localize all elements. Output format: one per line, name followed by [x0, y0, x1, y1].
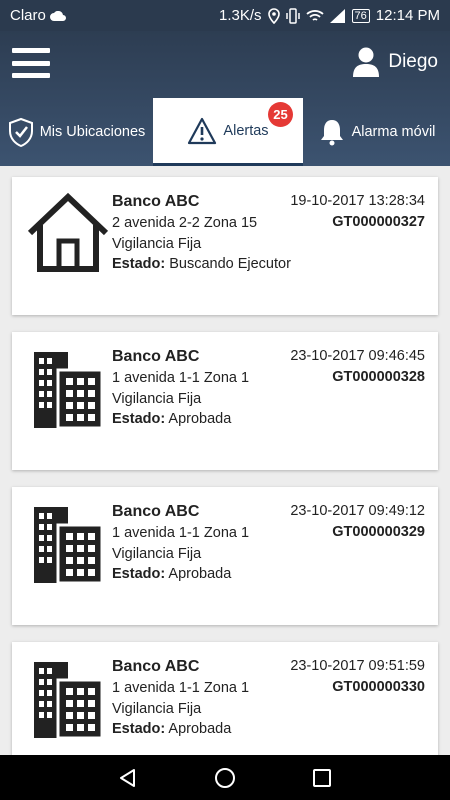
shield-check-icon [8, 117, 33, 147]
home-button[interactable] [214, 767, 236, 789]
tab-alarma-movil[interactable]: Alarma móvil [303, 98, 450, 166]
alert-info: Banco ABC 2 avenida 2-2 Zona 15 Vigilanc… [112, 191, 291, 275]
status-label: Estado: [112, 411, 166, 427]
alert-name: Banco ABC [112, 348, 200, 365]
recents-button[interactable] [312, 768, 332, 788]
alert-info: Banco ABC 1 avenida 1-1 Zona 1 Vigilanci… [112, 346, 249, 430]
building-icon [34, 507, 104, 585]
house-icon [27, 192, 109, 272]
app-header: Diego Mis Ubicaciones Alertas 25 Alarma … [0, 31, 450, 166]
alert-card[interactable]: Banco ABC 2 avenida 2-2 Zona 15 Vigilanc… [12, 177, 438, 315]
bell-icon [320, 120, 343, 146]
alert-address: 1 avenida 1-1 Zona 1 [112, 525, 250, 541]
alert-card[interactable]: Banco ABC 1 avenida 1-1 Zona 1 Vigilanci… [12, 487, 438, 625]
alert-status-row: Estado: Aprobada [112, 719, 249, 740]
alert-info: Banco ABC 1 avenida 1-1 Zona 1 Vigilanci… [112, 656, 249, 740]
status-label: Estado: [112, 566, 166, 582]
alert-name: Banco ABC [112, 503, 200, 520]
battery-icon: 76 [351, 8, 370, 23]
alert-status-row: Estado: Aprobada [112, 564, 249, 585]
tab-alertas[interactable]: Alertas 25 [153, 98, 303, 166]
tab-mis-ubicaciones[interactable]: Mis Ubicaciones [0, 98, 153, 166]
alert-code: GT000000329 [332, 524, 425, 540]
alert-count-badge: 25 [268, 102, 293, 127]
alert-meta: 19-10-2017 13:28:34 GT000000327 [290, 191, 425, 233]
user-icon [353, 47, 380, 77]
carrier: Claro [10, 7, 66, 24]
back-button[interactable] [118, 768, 138, 788]
menu-icon[interactable] [12, 48, 50, 78]
alert-status: Aprobada [168, 566, 232, 582]
alert-status: Aprobada [168, 721, 232, 737]
alert-status: Aprobada [168, 411, 232, 427]
tab-label: Alarma móvil [351, 124, 436, 140]
alert-code: GT000000327 [332, 214, 425, 230]
tab-label: Mis Ubicaciones [39, 124, 146, 140]
vibrate-icon [285, 7, 300, 24]
alerts-list[interactable]: Banco ABC 2 avenida 2-2 Zona 15 Vigilanc… [0, 166, 450, 755]
system-nav-bar [0, 755, 450, 800]
building-icon [34, 662, 104, 740]
alert-name: Banco ABC [112, 658, 200, 675]
status-label: Estado: [112, 721, 166, 737]
alert-datetime: 23-10-2017 09:49:12 [290, 503, 425, 519]
warning-icon [188, 117, 217, 144]
back-triangle-icon [120, 768, 135, 787]
alert-datetime: 23-10-2017 09:51:59 [290, 658, 425, 674]
alert-card[interactable]: Banco ABC 1 avenida 1-1 Zona 1 Vigilanci… [12, 642, 438, 755]
alert-status-row: Estado: Buscando Ejecutor [112, 254, 291, 275]
alert-meta: 23-10-2017 09:49:12 GT000000329 [290, 501, 425, 543]
wifi-icon [305, 9, 324, 21]
alert-service: Vigilancia Fija [112, 235, 202, 252]
alert-address: 1 avenida 1-1 Zona 1 [112, 370, 250, 386]
alert-service: Vigilancia Fija [112, 390, 202, 407]
cloud-icon [49, 10, 66, 21]
alert-datetime: 19-10-2017 13:28:34 [290, 193, 425, 209]
signal-icon [329, 8, 345, 23]
user-name: Diego [388, 51, 438, 72]
alert-address: 1 avenida 1-1 Zona 1 [112, 680, 250, 696]
network-speed: 1.3K/s [219, 7, 262, 24]
alert-code: GT000000330 [332, 679, 425, 695]
alert-info: Banco ABC 1 avenida 1-1 Zona 1 Vigilanci… [112, 501, 249, 585]
tab-bar: Mis Ubicaciones Alertas 25 Alarma móvil [0, 98, 450, 166]
status-label: Estado: [112, 256, 166, 272]
user-profile[interactable]: Diego [352, 47, 438, 77]
home-circle-icon [215, 767, 235, 788]
alert-card[interactable]: Banco ABC 1 avenida 1-1 Zona 1 Vigilanci… [12, 332, 438, 470]
status-icons: 1.3K/s 76 12:14 PM [219, 7, 440, 24]
recents-square-icon [313, 768, 331, 787]
clock: 12:14 PM [375, 7, 440, 24]
alert-status-row: Estado: Aprobada [112, 409, 249, 430]
building-icon [34, 352, 104, 430]
status-bar: Claro 1.3K/s 76 12:14 PM [0, 0, 450, 31]
alert-meta: 23-10-2017 09:51:59 GT000000330 [290, 656, 425, 698]
alert-address: 2 avenida 2-2 Zona 15 [112, 215, 258, 231]
alert-service: Vigilancia Fija [112, 545, 202, 562]
alert-datetime: 23-10-2017 09:46:45 [290, 348, 425, 364]
alert-meta: 23-10-2017 09:46:45 GT000000328 [290, 346, 425, 388]
alert-service: Vigilancia Fija [112, 700, 202, 717]
location-icon [267, 7, 280, 24]
alert-code: GT000000328 [332, 369, 425, 385]
alert-status: Buscando Ejecutor [169, 256, 291, 272]
tab-label: Alertas [223, 122, 269, 139]
carrier-name: Claro [10, 7, 46, 24]
alert-name: Banco ABC [112, 193, 200, 210]
